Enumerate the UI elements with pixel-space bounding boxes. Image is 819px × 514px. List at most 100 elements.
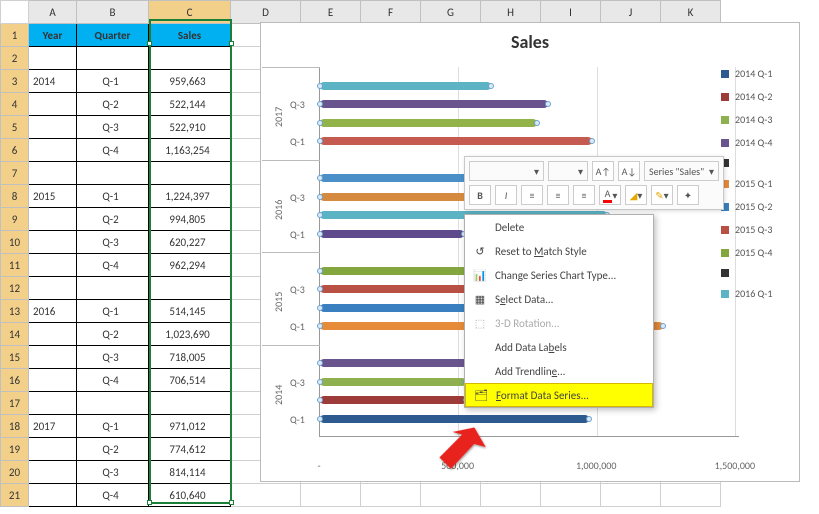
row-header[interactable]: 15 xyxy=(1,346,29,369)
selection-handle[interactable] xyxy=(147,41,152,46)
row-header[interactable]: 20 xyxy=(1,461,29,484)
data-cell[interactable] xyxy=(29,139,77,162)
legend-item[interactable]: 2015 Q-3 xyxy=(721,223,791,236)
data-cell[interactable] xyxy=(29,208,77,231)
data-cell[interactable]: 718,005 xyxy=(149,346,231,369)
row-header[interactable]: 14 xyxy=(1,323,29,346)
legend-item[interactable]: 2015 Q-1 xyxy=(721,177,791,190)
data-cell[interactable]: 994,805 xyxy=(149,208,231,231)
data-cell[interactable]: Q-1 xyxy=(77,300,149,323)
data-cell[interactable] xyxy=(29,369,77,392)
data-cell[interactable]: 706,514 xyxy=(149,369,231,392)
data-cell[interactable]: Q-4 xyxy=(77,369,149,392)
empty-cell[interactable] xyxy=(361,484,421,507)
data-bar[interactable] xyxy=(320,82,491,90)
col-header-h[interactable]: H xyxy=(481,1,541,24)
data-cell[interactable]: Q-1 xyxy=(77,415,149,438)
data-bar[interactable] xyxy=(320,378,466,386)
align-center-button[interactable]: ≡ xyxy=(547,185,569,205)
data-cell[interactable]: Q-4 xyxy=(77,254,149,277)
shrink-font-button[interactable]: A↓ xyxy=(618,161,640,181)
data-cell[interactable]: 610,640 xyxy=(149,484,231,507)
col-header-e[interactable]: E xyxy=(301,1,361,24)
row-header[interactable]: 16 xyxy=(1,369,29,392)
col-header-i[interactable]: I xyxy=(541,1,601,24)
data-cell[interactable] xyxy=(29,162,77,185)
font-select[interactable]: ▾ xyxy=(469,161,544,181)
chart-legend[interactable]: 2014 Q-1 2014 Q-2 2014 Q-3 2014 Q-4 2015 Q-1… xyxy=(721,67,791,310)
outline-button[interactable]: ✎▾ xyxy=(651,185,673,205)
align-right-button[interactable]: ≡ xyxy=(573,185,595,205)
bold-button[interactable]: B xyxy=(469,185,491,205)
selection-handle[interactable] xyxy=(229,500,234,505)
font-color-button[interactable]: A▾ xyxy=(599,185,621,205)
size-select[interactable]: ▾ xyxy=(548,161,588,181)
data-bar[interactable] xyxy=(320,100,548,108)
data-cell[interactable]: 2015 xyxy=(29,185,77,208)
row-header[interactable]: 19 xyxy=(1,438,29,461)
data-cell[interactable] xyxy=(29,323,77,346)
menu-format-series[interactable]: 🗂Format Data Series... xyxy=(465,383,653,407)
row-header[interactable]: 17 xyxy=(1,392,29,415)
data-cell[interactable]: Q-1 xyxy=(77,185,149,208)
legend-item[interactable] xyxy=(721,159,791,167)
data-cell[interactable]: 959,663 xyxy=(149,70,231,93)
data-cell[interactable]: 971,012 xyxy=(149,415,231,438)
legend-item[interactable]: 2016 Q-1 xyxy=(721,287,791,300)
chart-title[interactable]: Sales xyxy=(261,23,799,61)
empty-cell[interactable] xyxy=(601,484,661,507)
data-cell[interactable]: 522,910 xyxy=(149,116,231,139)
data-cell[interactable]: Q-2 xyxy=(77,323,149,346)
row-header[interactable]: 12 xyxy=(1,277,29,300)
row-header[interactable]: 10 xyxy=(1,231,29,254)
menu-change-type[interactable]: 📊Change Series Chart Type... xyxy=(465,263,653,287)
legend-item[interactable]: 2015 Q-2 xyxy=(721,200,791,213)
legend-item[interactable]: 2015 Q-4 xyxy=(721,246,791,259)
data-bar[interactable] xyxy=(320,137,592,145)
col-header-a[interactable]: A xyxy=(29,1,77,24)
data-cell[interactable] xyxy=(29,277,77,300)
data-cell[interactable] xyxy=(29,116,77,139)
selection-handle[interactable] xyxy=(229,41,234,46)
row-header[interactable]: 6 xyxy=(1,139,29,162)
data-cell[interactable] xyxy=(149,277,231,300)
series-select[interactable]: Series "Sales"▾ xyxy=(644,161,719,181)
data-cell[interactable] xyxy=(29,47,77,70)
data-cell[interactable] xyxy=(29,254,77,277)
data-cell[interactable]: Q-1 xyxy=(77,70,149,93)
row-header[interactable]: 1 xyxy=(1,24,29,47)
empty-cell[interactable] xyxy=(541,484,601,507)
data-cell[interactable] xyxy=(29,438,77,461)
row-header[interactable]: 9 xyxy=(1,208,29,231)
data-cell[interactable] xyxy=(77,392,149,415)
table-header[interactable]: Sales xyxy=(149,24,231,47)
data-cell[interactable] xyxy=(29,392,77,415)
data-cell[interactable]: Q-2 xyxy=(77,93,149,116)
empty-cell[interactable] xyxy=(301,484,361,507)
data-cell[interactable]: 1,163,254 xyxy=(149,139,231,162)
data-cell[interactable] xyxy=(149,47,231,70)
grow-font-button[interactable]: A↑ xyxy=(592,161,614,181)
effects-button[interactable]: ✦ xyxy=(677,185,699,205)
legend-item[interactable] xyxy=(721,269,791,277)
col-header-j[interactable]: J xyxy=(601,1,661,24)
data-cell[interactable]: Q-3 xyxy=(77,231,149,254)
legend-item[interactable]: 2014 Q-2 xyxy=(721,90,791,103)
legend-item[interactable]: 2014 Q-1 xyxy=(721,67,791,80)
data-bar[interactable] xyxy=(320,119,537,127)
row-header[interactable]: 5 xyxy=(1,116,29,139)
data-cell[interactable] xyxy=(29,93,77,116)
row-header[interactable]: 18 xyxy=(1,415,29,438)
menu-add-trendline[interactable]: Add Trendline... xyxy=(465,359,653,383)
data-cell[interactable]: 2016 xyxy=(29,300,77,323)
data-cell[interactable]: 522,144 xyxy=(149,93,231,116)
legend-item[interactable]: 2014 Q-4 xyxy=(721,136,791,149)
data-cell[interactable]: Q-2 xyxy=(77,208,149,231)
legend-item[interactable]: 2014 Q-3 xyxy=(721,113,791,126)
data-cell[interactable]: Q-4 xyxy=(77,139,149,162)
data-cell[interactable] xyxy=(77,162,149,185)
data-cell[interactable]: 962,294 xyxy=(149,254,231,277)
mini-toolbar[interactable]: ▾ ▾ A↑ A↓ Series "Sales"▾ B I ≡ ≡ ≡ A▾ ◢… xyxy=(464,156,724,210)
data-cell[interactable] xyxy=(29,231,77,254)
menu-select-data[interactable]: ▦Select Data... xyxy=(465,287,653,311)
